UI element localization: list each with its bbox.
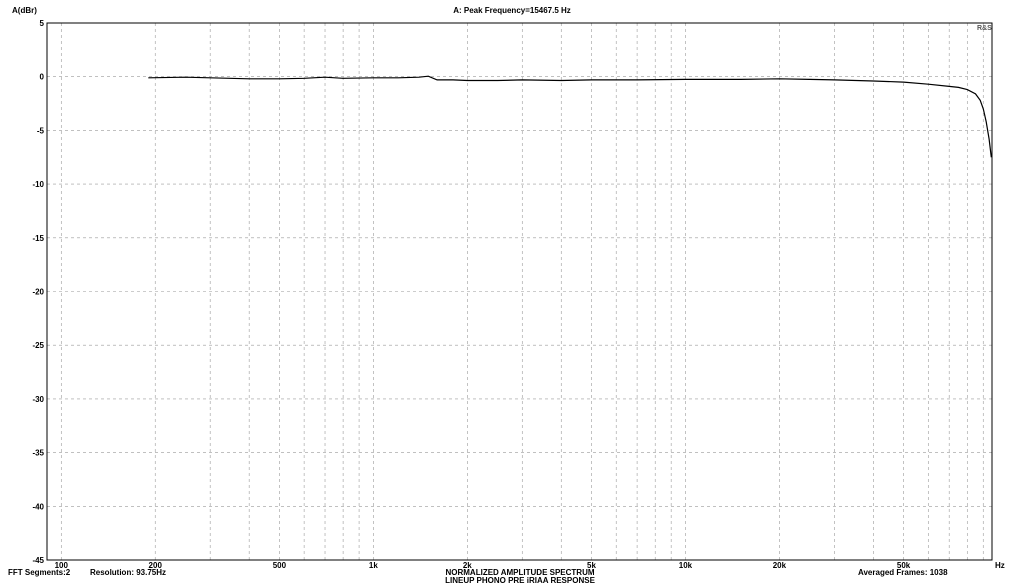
y-tick-label: 5 [40,19,45,28]
y-tick-label: -45 [32,556,44,565]
series-line [148,75,992,158]
spectrum-chart: 50-5-10-15-20-25-30-35-40-45 100 200 500 1k… [32,19,993,570]
y-tick-label: -20 [32,288,44,297]
y-tick-label: -10 [32,180,44,189]
y-axis: 5 0 -5 -10 -15 -20 -25 -30 -35 -40 -45 [32,19,44,565]
y-tick-label: -5 [37,126,45,135]
corner-logo-mark: R&S [977,25,992,32]
grid [46,22,992,561]
averaged-frames-label: Averaged Frames: 1038 [858,568,948,577]
plot-frame [46,22,993,561]
y-tick-label: -30 [32,395,44,404]
y-tick-label: -40 [32,502,44,511]
y-tick-label: -35 [32,449,44,458]
peak-frequency-label: A: Peak Frequency=15467.5 Hz [453,6,571,15]
y-tick-label: -25 [32,341,44,350]
y-tick-label: -15 [32,234,44,243]
chart-title-line2: LINEUP PHONO PRE iRIAA RESPONSE [445,576,595,585]
x-unit-label: Hz [995,561,1005,570]
y-tick-label: 0 [40,73,45,82]
